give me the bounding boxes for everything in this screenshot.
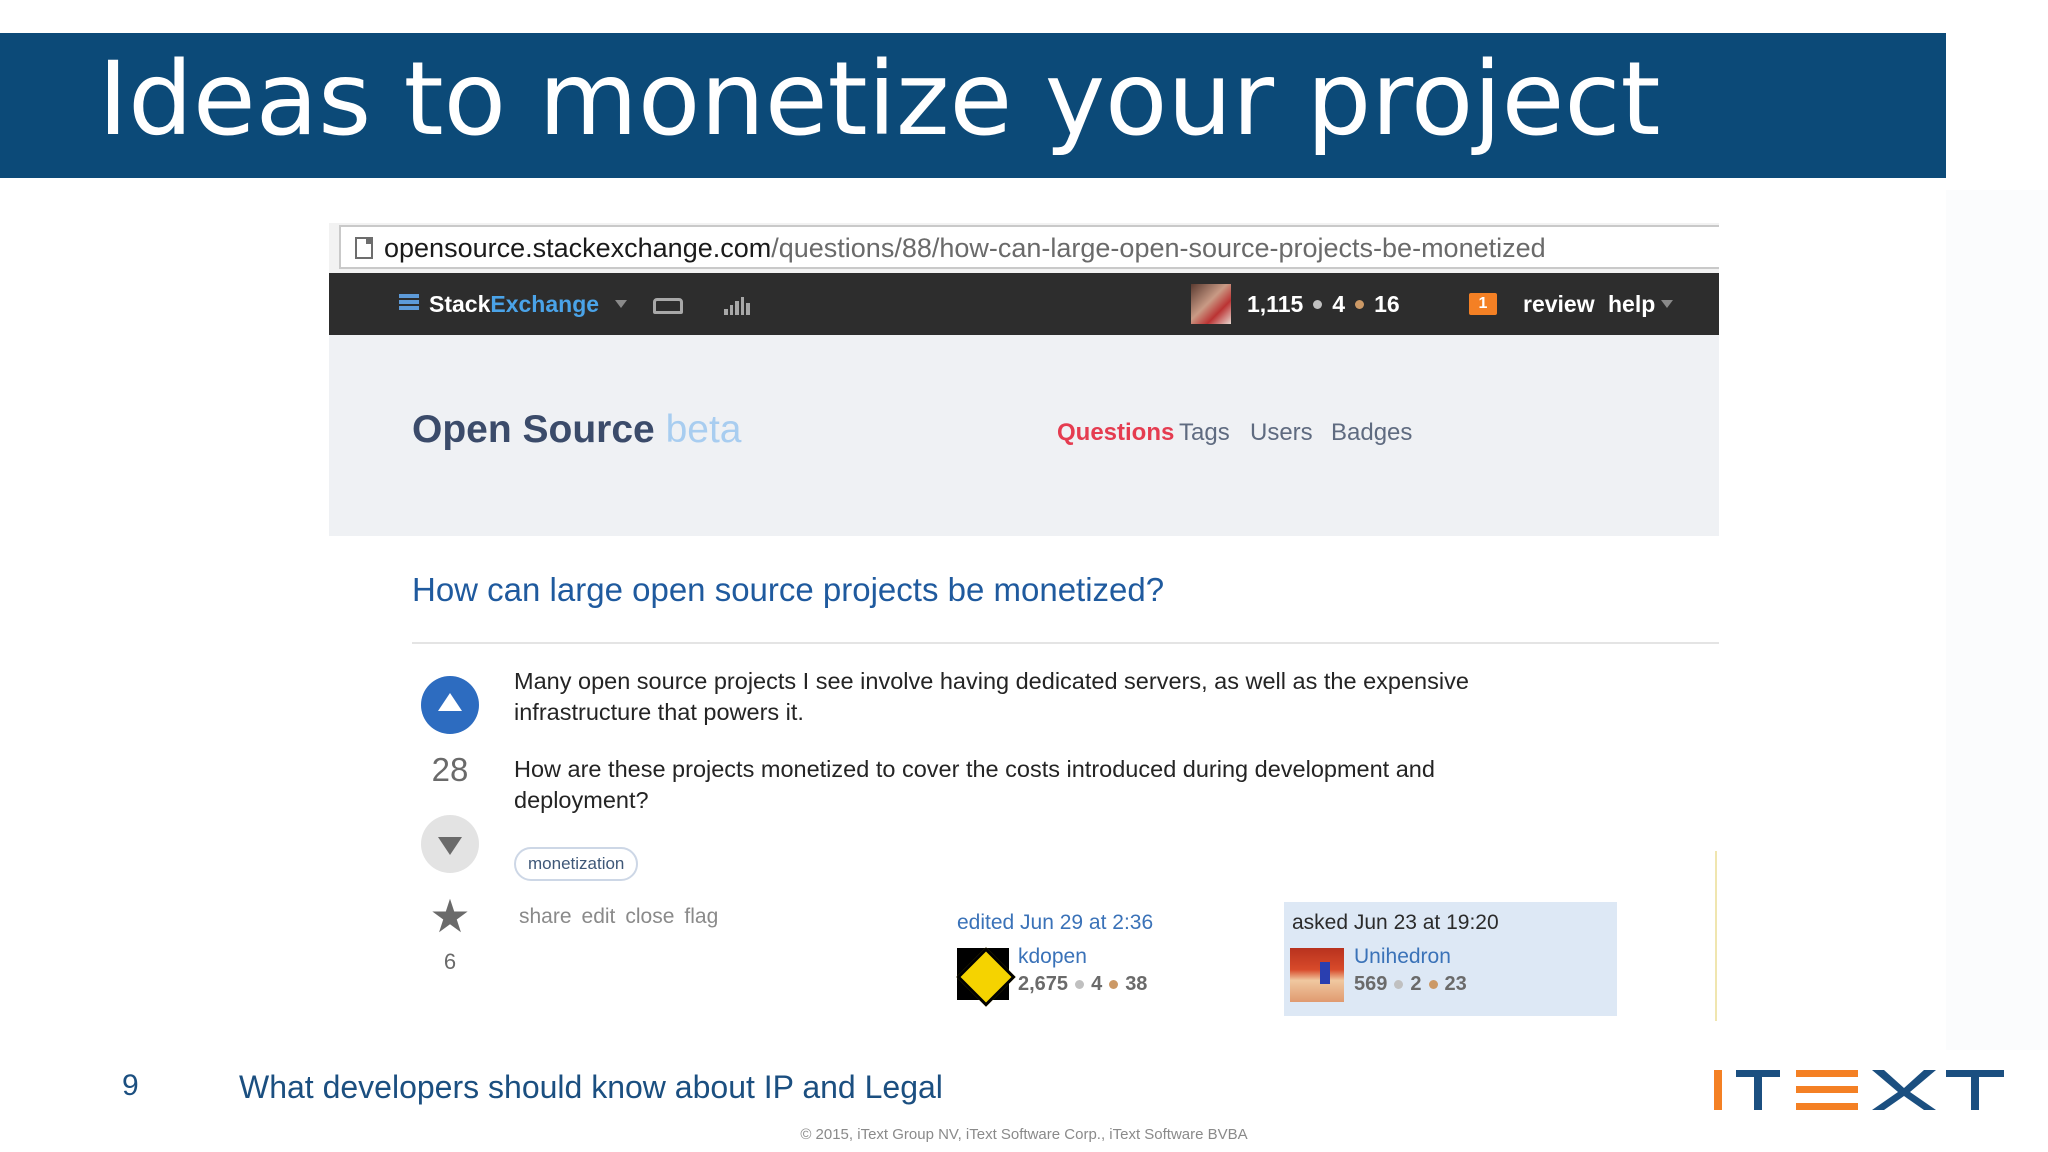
chevron-down-icon [615,300,628,308]
url-text: opensource.stackexchange.com/questions/8… [384,232,1546,264]
star-icon[interactable]: ★ [427,893,473,939]
silver-badge-icon [1313,299,1323,309]
browser-screenshot: opensource.stackexchange.com/questions/8… [329,223,1719,1030]
url-domain: opensource.stackexchange.com [384,233,772,263]
user-reputation[interactable]: 1,115 4 16 [1247,289,1400,319]
user-avatar[interactable] [1191,284,1231,324]
address-bar: opensource.stackexchange.com/questions/8… [329,223,1719,273]
url-path: /questions/88/how-can-large-open-source-… [771,233,1546,263]
tag-monetization[interactable]: monetization [514,847,639,881]
chevron-down-icon [1661,300,1674,308]
review-count-badge[interactable]: 1 [1469,293,1497,315]
asker-stats: 569 2 23 [1354,973,1467,995]
nav-questions[interactable]: Questions [1057,419,1174,447]
url-field[interactable]: opensource.stackexchange.com/questions/8… [339,225,1719,269]
editor-name[interactable]: kdopen [1018,945,1087,969]
inbox-icon[interactable] [653,298,683,314]
divider [412,642,1719,644]
vote-count: 28 [431,751,469,788]
bronze-badge-count: 16 [1374,291,1400,317]
editor-stats: 2,675 4 38 [1018,973,1148,995]
asked-timestamp: asked Jun 23 at 19:20 [1292,911,1499,934]
slide-title: Ideas to monetize your project [98,40,1661,159]
editor-avatar[interactable] [957,948,1009,1000]
upvote-button[interactable] [421,676,479,734]
reputation-value: 1,115 [1247,291,1304,317]
help-menu[interactable]: help [1608,289,1674,319]
post-paragraph: How are these projects monetized to cove… [514,756,1435,813]
page-icon [355,237,373,259]
question-title[interactable]: How can large open source projects be mo… [412,571,1164,609]
stackexchange-topbar: StackExchange 1,115 4 16 1 review help [329,273,1719,335]
site-header: Open Source beta Questions Tags Users Ba… [329,335,1719,536]
edited-timestamp[interactable]: edited Jun 29 at 2:36 [957,911,1153,935]
copyright: © 2015, iText Group NV, iText Software C… [800,1126,1248,1143]
favorite-count: 6 [443,949,457,974]
asker-name[interactable]: Unihedron [1354,945,1451,969]
stackexchange-menu[interactable]: StackExchange [399,288,628,320]
silver-badge-icon [1394,980,1404,989]
asker-card: asked Jun 23 at 19:20 Unihedron 569 2 23 [1284,902,1617,1016]
slide-number: 9 [122,1069,139,1102]
close-link[interactable]: close [625,905,674,929]
post-paragraph: Many open source projects I see involve … [514,668,1469,725]
right-shade [1946,190,2048,1050]
stackexchange-icon [399,294,419,314]
bronze-badge-icon [1355,299,1365,309]
stackexchange-brand: StackExchange [429,290,600,317]
bronze-badge-icon [1428,980,1438,989]
sidebar-edge [1715,851,1717,1021]
slide-footer: What developers should know about IP and… [239,1069,943,1105]
nav-badges[interactable]: Badges [1331,419,1412,447]
review-link[interactable]: review [1523,289,1595,319]
achievements-icon[interactable] [724,295,750,315]
nav-tags[interactable]: Tags [1179,419,1230,447]
edit-link[interactable]: edit [582,905,616,929]
silver-badge-icon [1075,980,1085,989]
itext-logo [1714,1070,2004,1110]
site-logo[interactable]: Open Source beta [412,408,741,452]
share-link[interactable]: share [519,905,572,929]
nav-users[interactable]: Users [1250,419,1313,447]
silver-badge-count: 4 [1332,291,1346,317]
flag-link[interactable]: flag [684,905,718,929]
bronze-badge-icon [1109,980,1119,989]
asker-avatar[interactable] [1290,948,1344,1002]
post-menu: share edit close flag [519,905,718,929]
downvote-button[interactable] [421,815,479,873]
